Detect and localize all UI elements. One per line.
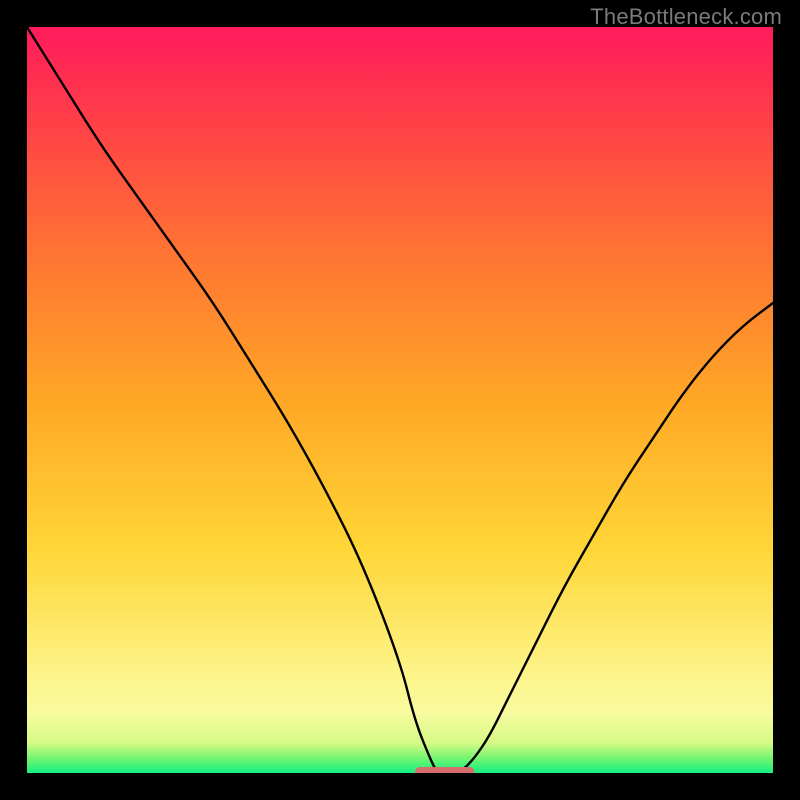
watermark-text: TheBottleneck.com (590, 4, 782, 30)
bottleneck-chart (0, 0, 800, 800)
chart-frame: TheBottleneck.com (0, 0, 800, 800)
highlight-bar (415, 767, 475, 779)
